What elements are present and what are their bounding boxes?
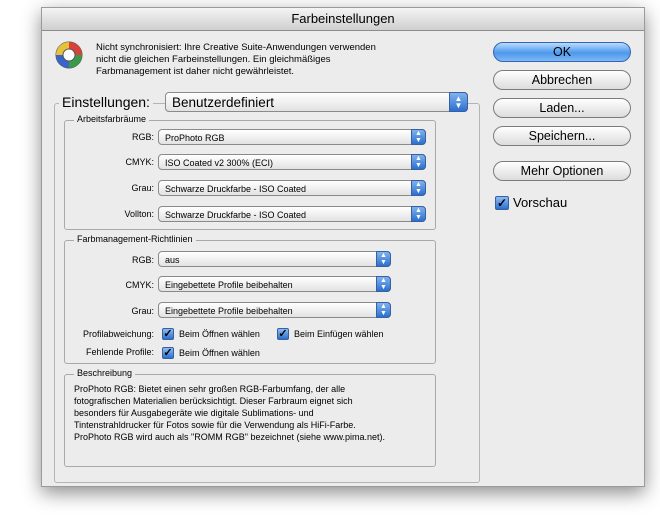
settings-value: Benutzerdefiniert (172, 95, 275, 110)
description-line: besonders für Ausgabegeräte wie digitale… (74, 408, 314, 418)
policy-gray-value: Eingebettete Profile beibehalten (165, 306, 293, 316)
mismatch-paste-label: Beim Einfügen wählen (294, 329, 384, 339)
policy-rgb-popup[interactable]: aus ▲ ▼ (158, 251, 391, 267)
workspace-gray-label: Grau: (131, 183, 154, 193)
workspace-rgb-value: ProPhoto RGB (165, 133, 225, 143)
workspace-spot-value: Schwarze Druckfarbe - ISO Coated (165, 210, 307, 220)
missing-open-label: Beim Öffnen wählen (179, 348, 260, 358)
missing-open-checkbox[interactable]: ✓ (162, 347, 174, 359)
workspace-cmyk-label: CMYK: (125, 157, 154, 167)
preview-checkbox[interactable]: ✓ (495, 196, 509, 210)
sync-message-line: Farbmanagement ist daher nicht gewährlei… (96, 66, 295, 77)
load-button[interactable]: Laden... (493, 98, 631, 118)
popup-arrows-icon: ▲ ▼ (411, 129, 426, 145)
workspace-gray-popup[interactable]: Schwarze Druckfarbe - ISO Coated ▲ ▼ (158, 180, 426, 196)
mismatch-open-checkbox[interactable]: ✓ (162, 328, 174, 340)
description-line: fotografischen Materialien berücksichtig… (74, 396, 353, 406)
cancel-button[interactable]: Abbrechen (493, 70, 631, 90)
mismatch-open-label: Beim Öffnen wählen (179, 329, 260, 339)
sync-message: Nicht synchronisiert: Ihre Creative Suit… (96, 42, 376, 78)
popup-arrows-icon: ▲ ▼ (449, 92, 468, 112)
workspace-cmyk-popup[interactable]: ISO Coated v2 300% (ECI) ▲ ▼ (158, 154, 426, 170)
workspaces-title: Arbeitsfarbräume (74, 114, 150, 124)
color-sync-icon (55, 41, 83, 69)
policy-gray-label: Grau: (131, 306, 154, 316)
settings-popup[interactable]: Benutzerdefiniert ▲ ▼ (165, 92, 468, 112)
sync-message-line: nicht die gleichen Farbeinstellungen. Ei… (96, 54, 331, 65)
description-line: ProPhoto RGB: Bietet einen sehr großen R… (74, 384, 346, 394)
workspace-rgb-label: RGB: (131, 132, 154, 142)
popup-arrows-icon: ▲ ▼ (376, 302, 391, 318)
mismatch-paste-checkbox[interactable]: ✓ (277, 328, 289, 340)
description-line: ProPhoto RGB wird auch als "ROMM RGB" be… (74, 432, 386, 442)
popup-arrows-icon: ▲ ▼ (376, 251, 391, 267)
workspace-spot-popup[interactable]: Schwarze Druckfarbe - ISO Coated ▲ ▼ (158, 206, 426, 222)
policy-gray-popup[interactable]: Eingebettete Profile beibehalten ▲ ▼ (158, 302, 391, 318)
sync-message-line: Nicht synchronisiert: Ihre Creative Suit… (96, 42, 376, 53)
workspace-rgb-popup[interactable]: ProPhoto RGB ▲ ▼ (158, 129, 426, 145)
policy-rgb-label: RGB: (131, 255, 154, 265)
popup-arrows-icon: ▲ ▼ (411, 180, 426, 196)
more-options-button[interactable]: Mehr Optionen (493, 161, 631, 181)
preview-label: Vorschau (513, 195, 568, 210)
policy-cmyk-value: Eingebettete Profile beibehalten (165, 280, 293, 290)
policy-rgb-value: aus (165, 255, 180, 265)
workspace-cmyk-value: ISO Coated v2 300% (ECI) (165, 158, 274, 168)
save-button[interactable]: Speichern... (493, 126, 631, 146)
description-title: Beschreibung (74, 368, 136, 378)
workspace-spot-label: Vollton: (124, 209, 154, 219)
missing-profiles-label: Fehlende Profile: (85, 347, 154, 357)
ok-button[interactable]: OK (493, 42, 631, 62)
color-settings-dialog: Farbeinstellungen Nicht synchronisiert: … (41, 7, 645, 487)
settings-label: Einstellungen: (59, 94, 153, 110)
policy-cmyk-label: CMYK: (125, 280, 154, 290)
description-line: Tintenstrahldrucker für Fotos sowie für … (74, 420, 356, 430)
policies-title: Farbmanagement-Richtlinien (74, 234, 196, 244)
popup-arrows-icon: ▲ ▼ (411, 154, 426, 170)
policy-cmyk-popup[interactable]: Eingebettete Profile beibehalten ▲ ▼ (158, 276, 391, 292)
popup-arrows-icon: ▲ ▼ (411, 206, 426, 222)
description-text: ProPhoto RGB: Bietet einen sehr großen R… (74, 383, 385, 443)
popup-arrows-icon: ▲ ▼ (376, 276, 391, 292)
profile-mismatch-label: Profilabweichung: (82, 329, 154, 339)
window-title: Farbeinstellungen (42, 8, 644, 31)
workspace-gray-value: Schwarze Druckfarbe - ISO Coated (165, 184, 307, 194)
